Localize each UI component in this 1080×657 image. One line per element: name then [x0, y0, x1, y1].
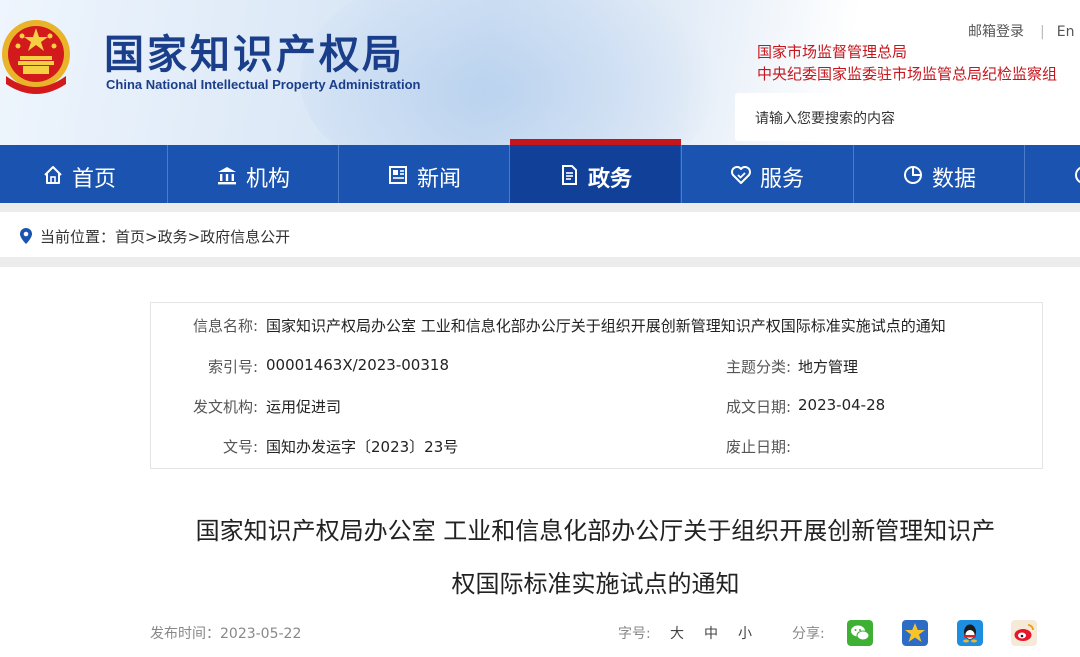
nav-label-organization: 机构 — [246, 167, 291, 192]
breadcrumb-band-bottom — [0, 257, 1080, 267]
document-info-table: 信息名称: 国家知识产权局办公室 工业和信息化部办公厅关于组织开展创新管理知识产… — [150, 302, 1043, 469]
wechat-share-icon[interactable] — [847, 620, 873, 646]
document-title: 国家知识产权局办公室 工业和信息化部办公厅关于组织开展创新管理知识产 权国际标准… — [150, 505, 1041, 611]
pie-chart-icon — [904, 166, 922, 184]
qzone-share-icon[interactable] — [902, 620, 928, 646]
building-icon — [218, 167, 236, 185]
breadcrumb-path[interactable]: 首页>政务>政府信息公开 — [115, 228, 290, 246]
national-emblem-icon[interactable] — [0, 14, 78, 98]
search-input[interactable]: 请输入您要搜索的内容 — [735, 93, 1080, 141]
document-title-line2: 权国际标准实施试点的通知 — [451, 570, 740, 598]
breadcrumb-prefix: 当前位置： — [40, 228, 116, 246]
share-label: 分享: — [792, 626, 825, 642]
heart-check-icon — [731, 166, 751, 184]
document-title-line1: 国家知识产权局办公室 工业和信息化部办公厅关于组织开展创新管理知识产 — [195, 517, 996, 545]
font-size-large-button[interactable]: 大 — [670, 623, 684, 643]
info-date-label: 成文日期: — [725, 398, 791, 416]
info-name-value: 国家知识产权局办公室 工业和信息化部办公厅关于组织开展创新管理知识产权国际标准实… — [266, 317, 946, 335]
qq-share-icon[interactable] — [957, 620, 983, 646]
publish-date: 2023-05-22 — [220, 626, 302, 642]
publish-info: 发布时间：2023-05-22 — [150, 623, 301, 643]
location-pin-icon — [20, 228, 32, 244]
info-topic-value: 地方管理 — [798, 358, 859, 376]
mailbox-login-link[interactable]: 邮箱登录 — [968, 24, 1024, 40]
nav-label-services: 服务 — [760, 167, 805, 192]
english-link[interactable]: En — [1057, 24, 1075, 40]
breadcrumb-band-top — [0, 203, 1080, 212]
nav-label-home: 首页 — [72, 167, 117, 192]
info-docno-label: 文号: — [222, 438, 258, 456]
nav-item-government-affairs[interactable]: 政务 — [509, 145, 680, 203]
breadcrumb-text: 当前位置：首页>政务>政府信息公开 — [40, 226, 290, 247]
nav-item-data[interactable]: 数据 — [853, 145, 1024, 203]
nav-item-news[interactable]: 新闻 — [338, 145, 509, 203]
site-title[interactable]: 国家知识产权局 — [104, 22, 405, 80]
search-placeholder: 请输入您要搜索的内容 — [755, 111, 895, 127]
nav-item-more[interactable] — [1024, 145, 1080, 203]
info-topic-label: 主题分类: — [725, 358, 791, 376]
font-size-label: 字号: — [618, 626, 651, 642]
info-date-value: 2023-04-28 — [798, 396, 886, 414]
info-org-label: 发文机构: — [192, 398, 258, 416]
info-name-label: 信息名称: — [192, 317, 258, 335]
nav-label-government-affairs: 政务 — [588, 167, 633, 192]
home-icon — [44, 166, 62, 184]
font-size-small-button[interactable]: 小 — [738, 623, 752, 643]
nav-item-organization[interactable]: 机构 — [167, 145, 338, 203]
notice-link-samr[interactable]: 国家市场监督管理总局 — [757, 41, 907, 62]
weibo-share-icon[interactable] — [1011, 620, 1037, 646]
interaction-icon — [1075, 166, 1080, 184]
site-header: 国家知识产权局 China National Intellectual Prop… — [0, 0, 1080, 145]
site-subtitle: China National Intellectual Property Adm… — [106, 77, 421, 92]
font-size-medium-button[interactable]: 中 — [704, 623, 718, 643]
info-org-value: 运用促进司 — [266, 398, 342, 416]
info-expire-label: 废止日期: — [725, 438, 791, 456]
notice-link-discipline[interactable]: 中央纪委国家监委驻市场监管总局纪检监察组 — [757, 63, 1057, 84]
main-nav: 首页 机构 新闻 政务 服务 数据 — [0, 145, 1080, 203]
publish-label: 发布时间： — [150, 626, 220, 642]
breadcrumb: 当前位置：首页>政务>政府信息公开 — [0, 212, 1080, 257]
top-links: 邮箱登录 | En — [968, 21, 1074, 41]
info-docno-value: 国知办发运字〔2023〕23号 — [266, 438, 459, 456]
info-index-label: 索引号: — [207, 358, 258, 376]
nav-item-services[interactable]: 服务 — [681, 145, 852, 203]
nav-item-home[interactable]: 首页 — [0, 145, 170, 203]
info-index-value: 00001463X/2023-00318 — [266, 356, 449, 374]
document-icon — [562, 165, 577, 185]
nav-label-data: 数据 — [932, 167, 977, 192]
newspaper-icon — [389, 166, 407, 184]
nav-label-news: 新闻 — [417, 167, 462, 192]
divider: | — [1040, 24, 1045, 40]
